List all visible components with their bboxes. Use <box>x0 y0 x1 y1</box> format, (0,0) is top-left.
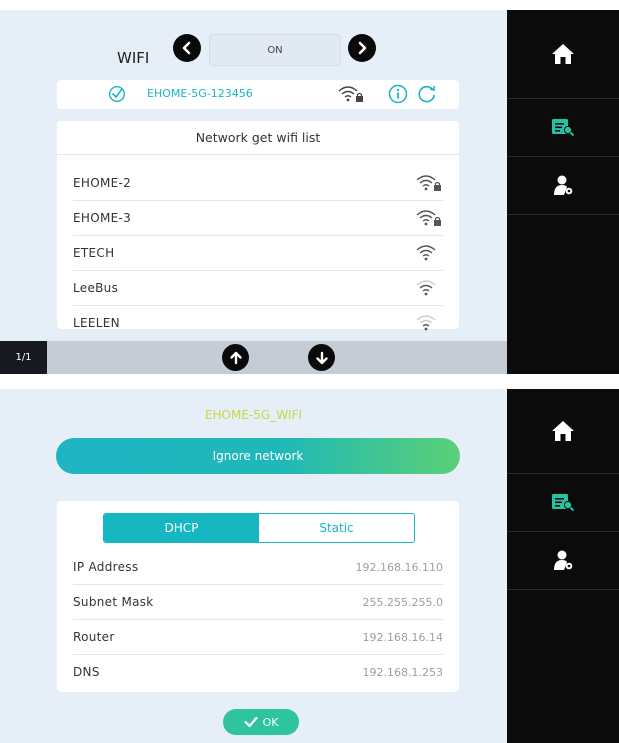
arrow-up-icon <box>229 351 242 364</box>
wifi-network-name: EHOME-2 <box>73 175 132 190</box>
page-indicator-text: 1/1 <box>15 352 32 363</box>
wifi-network-row[interactable]: LEELEN <box>73 305 443 340</box>
wifi-locked-icon <box>338 86 363 102</box>
check-circle-icon <box>108 85 126 103</box>
wifi-network-name: EHOME-3 <box>73 210 132 225</box>
connected-network-bar[interactable]: EHOME-5G-123456 <box>57 80 459 109</box>
subnet-mask-value: 255.255.255.0 <box>362 595 443 609</box>
dns-value: 192.168.1.253 <box>362 665 443 679</box>
tab-dhcp-label: DHCP <box>164 521 199 535</box>
wifi-network-row[interactable]: EHOME-2 <box>73 165 443 201</box>
tab-static-label: Static <box>319 521 354 535</box>
subnet-mask-label: Subnet Mask <box>73 595 154 609</box>
wifi-list-title: Network get wifi list <box>195 130 321 145</box>
dns-label: DNS <box>73 665 100 679</box>
router-label: Router <box>73 630 115 644</box>
pager-bar <box>47 341 507 374</box>
wifi-list-screen: WIFI ON EHOME-5G-123456 Network get wifi… <box>0 10 507 374</box>
wifi-locked-icon <box>416 209 441 226</box>
ignore-network-label: Ignore network <box>212 449 304 463</box>
chevron-left-icon <box>182 41 191 55</box>
wifi-next-button[interactable] <box>348 34 376 62</box>
router-value: 192.168.16.14 <box>362 630 443 644</box>
sidebar-top <box>507 10 619 374</box>
wifi-network-name: LeeBus <box>73 280 119 295</box>
sidebar-user-button-2[interactable] <box>507 531 619 590</box>
wifi-list-panel: Network get wifi list EHOME-2 EHOME-3 ETEC… <box>57 121 459 330</box>
wifi-label: WIFI <box>117 49 150 67</box>
ok-button[interactable]: OK <box>223 709 299 735</box>
sidebar-user-button[interactable] <box>507 156 619 215</box>
wifi-state-value: ON <box>267 44 283 56</box>
scroll-down-button[interactable] <box>308 344 335 371</box>
wifi-network-row[interactable]: LeeBus <box>73 270 443 306</box>
ip-address-label: IP Address <box>73 560 139 574</box>
network-settings-icon <box>552 119 574 136</box>
user-settings-icon <box>554 175 573 195</box>
subnet-mask-row: Subnet Mask 255.255.255.0 <box>73 585 443 620</box>
wifi-signal-icon <box>416 279 436 295</box>
arrow-down-icon <box>315 351 328 364</box>
connected-ssid: EHOME-5G-123456 <box>147 87 253 100</box>
check-icon <box>243 716 258 728</box>
sidebar-home-button-2[interactable] <box>507 389 619 474</box>
scroll-up-button[interactable] <box>222 344 249 371</box>
wifi-prev-button[interactable] <box>173 34 201 62</box>
network-detail-screen: EHOME-5G_WIFI Ignore network DHCP Static… <box>0 389 507 743</box>
ip-settings-panel: DHCP Static IP Address 192.168.16.110 Su… <box>57 501 459 692</box>
network-settings-icon <box>552 494 574 511</box>
home-icon <box>552 44 574 64</box>
info-icon[interactable] <box>388 84 408 104</box>
sidebar-network-button-2[interactable] <box>507 473 619 532</box>
ip-address-row: IP Address 192.168.16.110 <box>73 550 443 585</box>
wifi-network-name: LEELEN <box>73 315 120 330</box>
dns-row: DNS 192.168.1.253 <box>73 655 443 689</box>
mode-tabs: DHCP Static <box>103 513 415 543</box>
refresh-icon[interactable] <box>417 84 437 104</box>
router-row: Router 192.168.16.14 <box>73 620 443 655</box>
ok-label: OK <box>262 715 279 729</box>
tab-dhcp[interactable]: DHCP <box>104 514 259 542</box>
wifi-state-field: ON <box>209 34 341 66</box>
network-name: EHOME-5G_WIFI <box>204 408 303 422</box>
user-settings-icon <box>554 550 573 570</box>
wifi-network-row[interactable]: ETECH <box>73 235 443 271</box>
chevron-right-icon <box>358 41 367 55</box>
ip-address-value: 192.168.16.110 <box>355 560 443 574</box>
ignore-network-button[interactable]: Ignore network <box>56 438 460 474</box>
sidebar-bottom <box>507 389 619 743</box>
page-indicator: 1/1 <box>0 341 47 374</box>
wifi-signal-icon <box>416 244 436 260</box>
wifi-locked-icon <box>416 174 441 191</box>
wifi-network-row[interactable]: EHOME-3 <box>73 200 443 236</box>
wifi-signal-icon <box>416 314 436 330</box>
wifi-network-name: ETECH <box>73 245 115 260</box>
tab-static[interactable]: Static <box>259 514 414 542</box>
sidebar-network-button[interactable] <box>507 98 619 157</box>
home-icon <box>552 421 574 441</box>
sidebar-home-button[interactable] <box>507 10 619 99</box>
